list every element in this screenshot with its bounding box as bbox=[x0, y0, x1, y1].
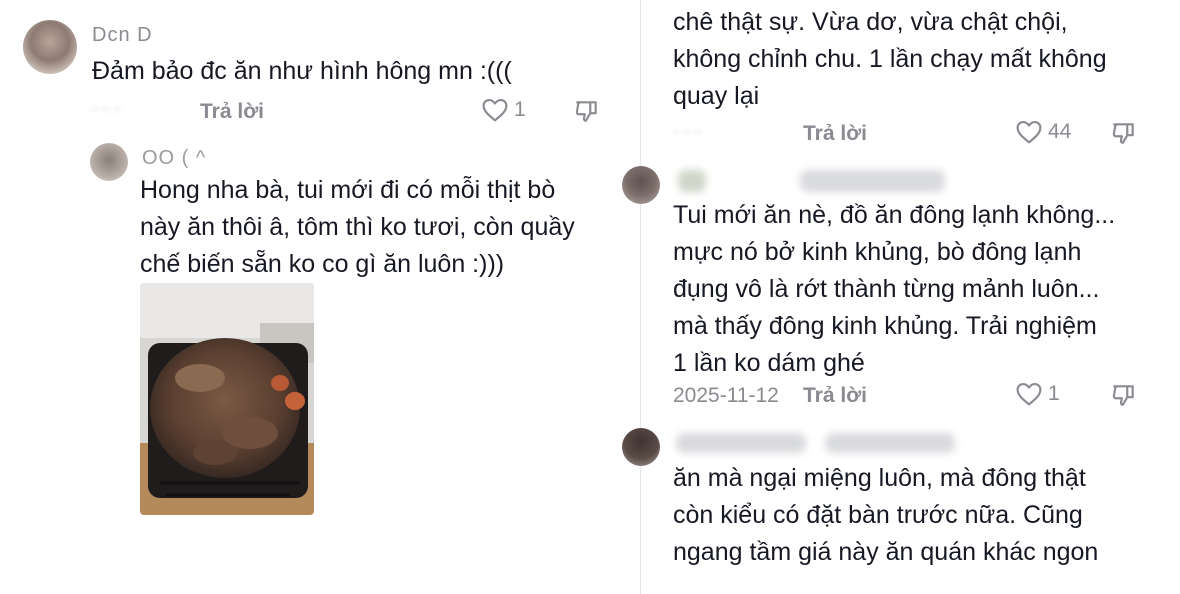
like-count: 1 bbox=[1048, 382, 1060, 405]
comment-date: 2025-11-12 bbox=[673, 384, 779, 407]
dislike-button[interactable] bbox=[573, 98, 601, 124]
comment-text-line: đụng vô là rớt thành từng mảnh luôn... bbox=[673, 275, 1100, 303]
dislike-button[interactable] bbox=[1110, 120, 1138, 146]
comment-username[interactable]: Dcn D bbox=[92, 24, 153, 47]
comment-text: Đảm bảo đc ăn như hình hông mn :((( bbox=[92, 53, 512, 90]
comment-date-blurred: · · · bbox=[673, 121, 701, 141]
column-divider bbox=[640, 0, 641, 594]
reply-button[interactable]: Trả lời bbox=[803, 122, 867, 146]
reply-button[interactable]: Trả lời bbox=[200, 100, 264, 124]
heart-outline-icon bbox=[1016, 382, 1042, 406]
username-blurred bbox=[676, 433, 806, 453]
comment-text-line: chê thật sự. Vừa dơ, vừa chật chội, bbox=[673, 8, 1068, 36]
avatar[interactable] bbox=[622, 166, 660, 204]
reply-button[interactable]: Trả lời bbox=[803, 384, 867, 408]
username-blurred bbox=[800, 170, 945, 192]
like-button[interactable]: 1 bbox=[482, 98, 526, 122]
avatar[interactable] bbox=[90, 143, 128, 181]
comment-text: Tui mới ăn nè, đồ ăn đông lạnh không... … bbox=[673, 197, 1115, 382]
comment-text-line: ngang tầm giá này ăn quán khác ngon bbox=[673, 538, 1099, 566]
username-blurred bbox=[678, 170, 706, 192]
avatar[interactable] bbox=[23, 20, 77, 74]
comment-text-line: 1 lần ko dám ghé bbox=[673, 349, 865, 377]
comment-text-line: Đảm bảo đc ăn như hình hông mn :((( bbox=[92, 57, 512, 85]
comment-text: chê thật sự. Vừa dơ, vừa chật chội, khôn… bbox=[673, 4, 1107, 115]
thumbs-down-icon bbox=[1112, 123, 1134, 144]
like-count: 44 bbox=[1048, 120, 1072, 143]
like-button[interactable]: 1 bbox=[1016, 382, 1060, 406]
comment-text-line: chế biến sẵn ko co gì ăn luôn :))) bbox=[140, 250, 505, 278]
comment-text-line: ăn mà ngại miệng luôn, mà đông thật bbox=[673, 464, 1086, 492]
like-count: 1 bbox=[514, 98, 526, 121]
avatar[interactable] bbox=[622, 428, 660, 466]
heart-outline-icon bbox=[482, 98, 508, 122]
heart-outline-icon bbox=[1016, 120, 1042, 144]
comment-username[interactable]: OO ( ^ bbox=[142, 147, 206, 170]
comment-text-line: không chỉnh chu. 1 lần chạy mất không bbox=[673, 45, 1107, 73]
thumbs-down-icon bbox=[575, 101, 597, 122]
like-button[interactable]: 44 bbox=[1016, 120, 1071, 144]
thumbs-down-icon bbox=[1112, 385, 1134, 406]
comment-text: ăn mà ngại miệng luôn, mà đông thật còn … bbox=[673, 460, 1098, 571]
dislike-button[interactable] bbox=[1110, 382, 1138, 408]
grilled-meat-photo bbox=[140, 283, 314, 515]
comment-text-line: mực nó bở kinh khủng, bò đông lạnh bbox=[673, 238, 1082, 266]
comment-text-line: mà thấy đông kinh khủng. Trải nghiệm bbox=[673, 312, 1097, 340]
comment-text-line: Tui mới ăn nè, đồ ăn đông lạnh không... bbox=[673, 201, 1116, 229]
comment-text-line: Hong nha bà, tui mới đi có mỗi thịt bò bbox=[140, 176, 556, 204]
comment-text-line: còn kiểu có đặt bàn trước nữa. Cũng bbox=[673, 501, 1083, 529]
username-blurred bbox=[825, 433, 955, 453]
comment-date-blurred: · · · bbox=[92, 98, 120, 118]
comment-text-line: quay lại bbox=[673, 82, 760, 110]
comment-text-line: này ăn thôi â, tôm thì ko tươi, còn quầy bbox=[140, 213, 575, 241]
comment-text: Hong nha bà, tui mới đi có mỗi thịt bò n… bbox=[140, 172, 575, 283]
comment-photo[interactable] bbox=[140, 283, 314, 515]
